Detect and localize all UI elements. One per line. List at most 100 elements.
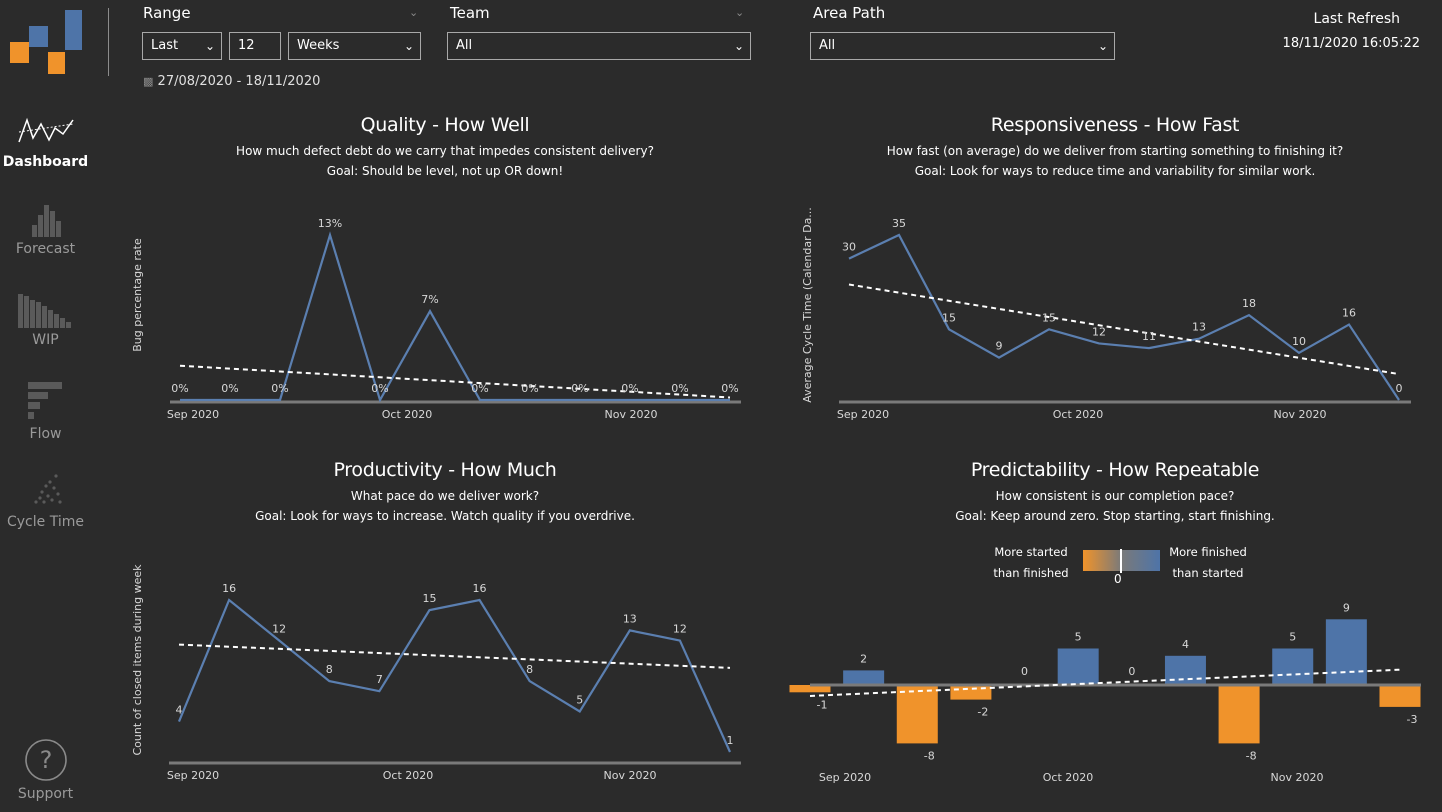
nav-label-flow: Flow [29, 426, 62, 442]
nav-item-forecast[interactable]: Forecast [0, 203, 91, 257]
legend-left-line-1: More started [994, 545, 1068, 559]
x-tick-label: Sep 2020 [819, 771, 871, 784]
x-tick-label: Sep 2020 [167, 769, 219, 782]
data-label: 7% [421, 293, 438, 306]
data-label: 13 [1192, 321, 1206, 334]
productivity-subtitle-line-1: What pace do we deliver work? [350, 489, 540, 503]
nav-item-flow[interactable]: Flow [0, 380, 91, 442]
chevron-down-icon: ⌄ [204, 39, 215, 53]
data-label: 0% [571, 382, 588, 395]
series-line [848, 233, 1400, 401]
nav-label-support: Support [17, 786, 74, 802]
x-tick-label: Sep 2020 [837, 408, 889, 421]
data-label: -8 [1246, 749, 1257, 762]
horizontal-bars-icon [27, 382, 62, 419]
nav-item-support[interactable]: ? Support [0, 738, 91, 802]
y-axis-label: Count of closed items during week [131, 564, 144, 756]
data-label: 8 [326, 663, 333, 676]
help-circle-icon: ? [24, 739, 67, 781]
last-refresh-label: Last Refresh [1313, 11, 1400, 27]
responsiveness-chart: Average Cycle Time (Calendar Da... 30 35 15… [801, 207, 1411, 421]
data-label: 35 [892, 217, 906, 230]
range-mode-value: Last [151, 38, 179, 53]
trend-line [179, 364, 731, 399]
chevron-down-icon[interactable]: ⌄ [735, 6, 744, 19]
x-tick-label: Nov 2020 [1274, 408, 1327, 421]
data-label: 7 [376, 673, 383, 686]
x-tick-label: Sep 2020 [167, 408, 219, 421]
x-tick-label: Nov 2020 [604, 769, 657, 782]
chevron-down-icon[interactable]: ⌄ [409, 6, 418, 19]
chevron-down-icon: ⌄ [403, 39, 414, 53]
data-label: -3 [1407, 713, 1418, 726]
data-label: 16 [473, 582, 487, 595]
legend-left-text: More started than finished [985, 542, 1077, 584]
productivity-chart-subtitle: What pace do we deliver work? Goal: Look… [145, 486, 745, 526]
x-tick-label: Oct 2020 [382, 408, 433, 421]
data-label: -8 [924, 749, 935, 762]
data-label: 18 [1242, 297, 1256, 310]
data-label: 0% [521, 382, 538, 395]
data-label: 12 [673, 623, 687, 636]
descending-bars-icon [17, 294, 71, 328]
responsiveness-subtitle-line-1: How fast (on average) do we deliver from… [886, 144, 1344, 158]
bar [1057, 648, 1099, 685]
trend-line [178, 643, 731, 669]
nav-item-wip[interactable]: WIP [0, 292, 91, 348]
range-mode-select[interactable]: Last ⌄ [142, 32, 222, 60]
productivity-subtitle-line-2: Goal: Look for ways to increase. Watch q… [255, 509, 635, 523]
legend-zero-marker [1120, 549, 1122, 573]
x-tick-label: Oct 2020 [1053, 408, 1104, 421]
y-axis-label: Average Cycle Time (Calendar Da... [801, 207, 814, 403]
data-label: 12 [1092, 325, 1106, 338]
data-label: 4 [176, 704, 183, 717]
sidebar-nav: Dashboard Forecast WIP Flow Cycle Time ?… [0, 0, 91, 812]
legend-right-line-2: than started [1172, 566, 1244, 580]
data-label: -1 [817, 698, 828, 711]
chevron-down-icon: ⌄ [733, 39, 744, 53]
predictability-chart: -1 2 -8 -2 0 5 0 4 -8 5 9 -3 Sep 2020 Oct 2020 Nov 202… [789, 601, 1421, 784]
x-tick-label: Nov 2020 [605, 408, 658, 421]
data-label: 0% [471, 382, 488, 395]
x-tick-label: Nov 2020 [1271, 771, 1324, 784]
data-label: 8 [526, 663, 533, 676]
data-label: 0 [1021, 665, 1028, 678]
responsiveness-subtitle-line-2: Goal: Look for ways to reduce time and v… [914, 164, 1316, 178]
data-label: 1 [727, 734, 734, 747]
data-label: 15 [942, 311, 956, 324]
quality-chart-title: Quality - How Well [360, 114, 530, 136]
date-range-text: 27/08/2020 - 18/11/2020 [157, 74, 321, 89]
data-label: 16 [222, 582, 236, 595]
data-label: 0 [1396, 382, 1403, 395]
responsiveness-chart-title: Responsiveness - How Fast [990, 114, 1240, 136]
data-label: 2 [860, 652, 867, 665]
x-tick-label: Oct 2020 [383, 769, 434, 782]
nav-item-cycle-time[interactable]: Cycle Time [0, 472, 91, 530]
data-label: 5 [1075, 631, 1082, 644]
nav-label-wip: WIP [32, 332, 59, 348]
last-refresh-value: 18/11/2020 16:05:22 [1282, 36, 1420, 51]
nav-label-dashboard: Dashboard [2, 154, 89, 170]
range-count-value: 12 [238, 38, 255, 53]
data-label: 30 [842, 241, 856, 254]
data-label: 0% [721, 382, 738, 395]
responsiveness-chart-subtitle: How fast (on average) do we deliver from… [815, 141, 1415, 181]
data-label: 15 [422, 592, 436, 605]
range-count-input[interactable]: 12 [229, 32, 281, 60]
data-label: 9 [1343, 601, 1350, 614]
app-logo [10, 10, 82, 74]
area-path-select[interactable]: All ⌄ [810, 32, 1115, 60]
legend-right-text: More finished than started [1162, 542, 1254, 584]
data-label: -2 [977, 706, 988, 719]
data-label: 0 [1128, 665, 1135, 678]
data-label: 13 [623, 612, 637, 625]
quality-chart-subtitle: How much defect debt do we carry that im… [145, 141, 745, 181]
series-line [177, 598, 732, 753]
nav-item-dashboard[interactable]: Dashboard [0, 110, 91, 170]
range-unit-select[interactable]: Weeks ⌄ [288, 32, 421, 60]
area-path-filter-label: Area Path [813, 4, 886, 22]
bar [1218, 685, 1260, 744]
productivity-chart: Count of closed items during week 4 16 12 8 7… [131, 564, 741, 782]
team-select[interactable]: All ⌄ [447, 32, 751, 60]
legend-zero-label: 0 [1114, 572, 1122, 586]
